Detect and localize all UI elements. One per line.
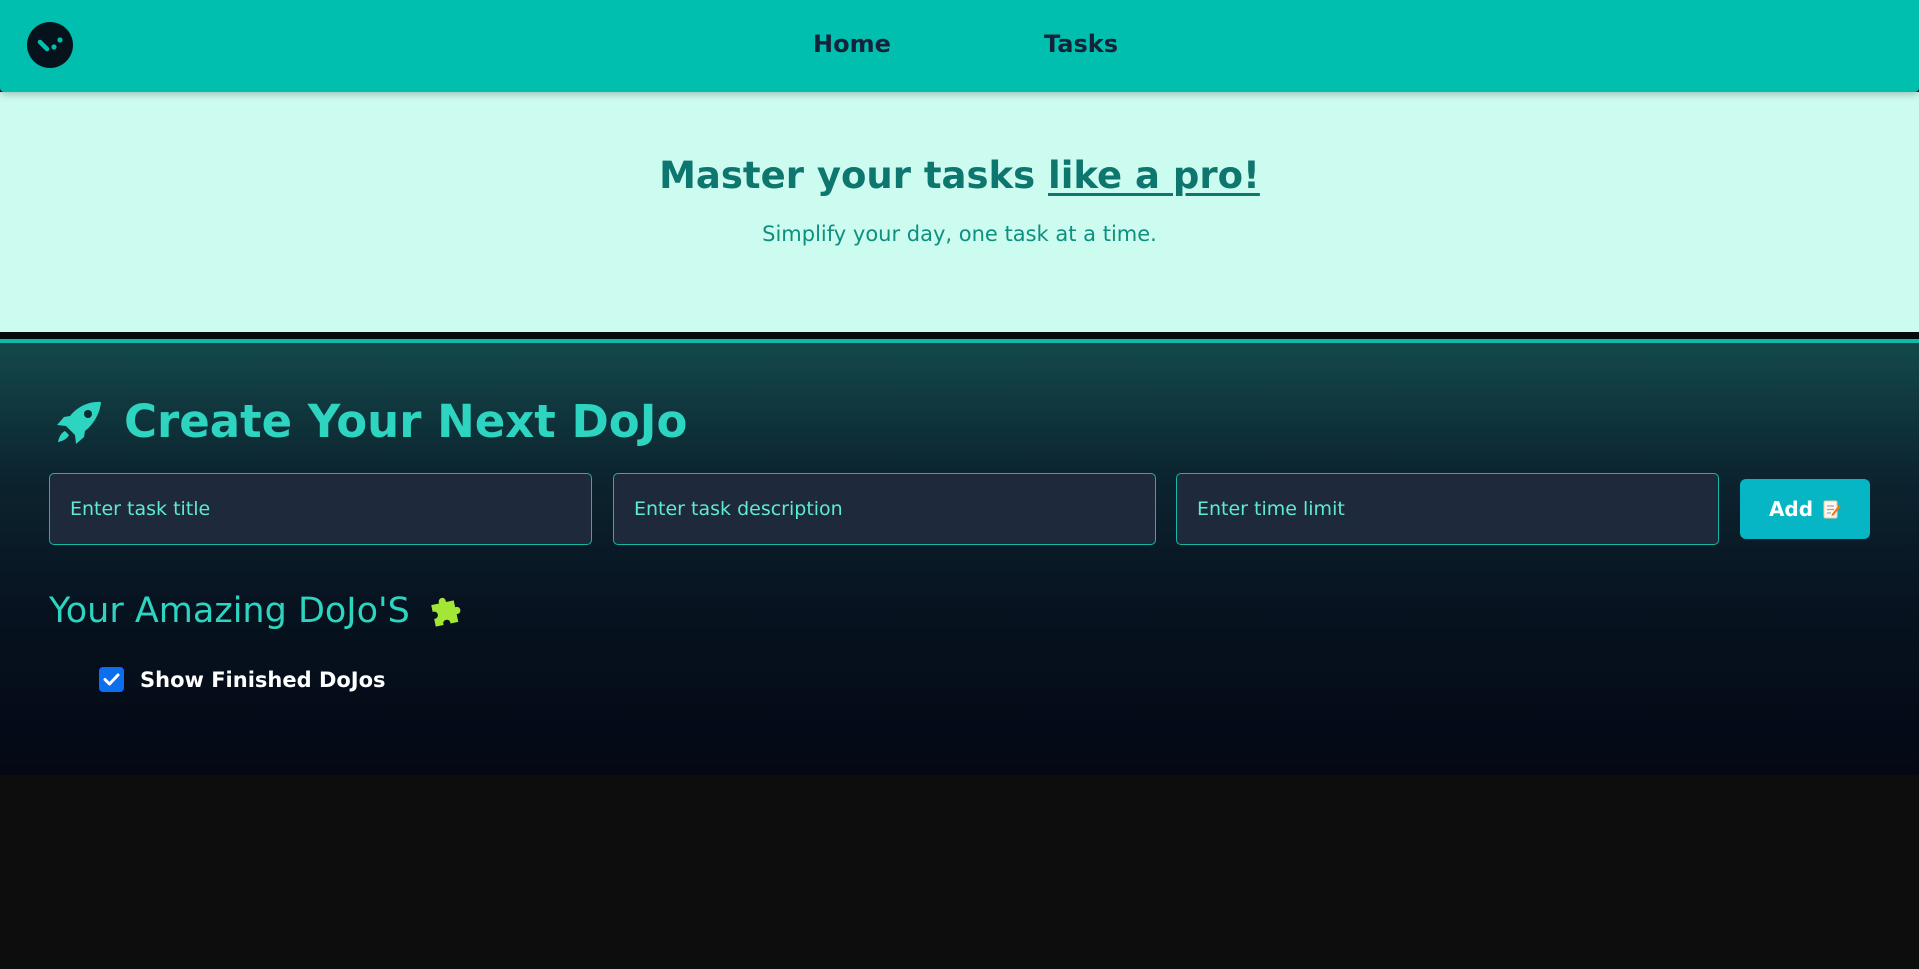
nav-home-link[interactable]: Home [813, 30, 891, 58]
add-button[interactable]: Add [1740, 479, 1870, 539]
add-button-label: Add [1768, 497, 1814, 521]
hero-section: Master your tasks like a pro! Simplify y… [0, 92, 1919, 332]
page-footer-area [0, 775, 1919, 969]
time-limit-input[interactable] [1176, 473, 1719, 545]
task-description-input[interactable] [613, 473, 1156, 545]
hero-title-prefix: Master your tasks [659, 154, 1049, 197]
hero-title: Master your tasks like a pro! [0, 154, 1919, 197]
show-finished-label: Show Finished DoJos [140, 668, 386, 692]
nav-tasks-link[interactable]: Tasks [1044, 30, 1118, 58]
hero-title-highlight[interactable]: like a pro! [1048, 154, 1260, 197]
create-title: Create Your Next DoJo [124, 395, 688, 448]
nav-links: Home Tasks [0, 0, 1919, 92]
show-finished-checkbox[interactable] [99, 667, 124, 692]
navbar: Home Tasks [0, 0, 1919, 92]
create-section: Create Your Next DoJo Add Your Amazing D… [0, 343, 1919, 775]
hero-subtitle: Simplify your day, one task at a time. [762, 222, 1157, 246]
list-title: Your Amazing DoJo'S [49, 591, 410, 631]
puzzle-icon [431, 597, 461, 627]
section-divider [0, 332, 1919, 339]
memo-icon [1823, 500, 1841, 519]
rocket-icon [57, 401, 101, 444]
task-title-input[interactable] [49, 473, 592, 545]
